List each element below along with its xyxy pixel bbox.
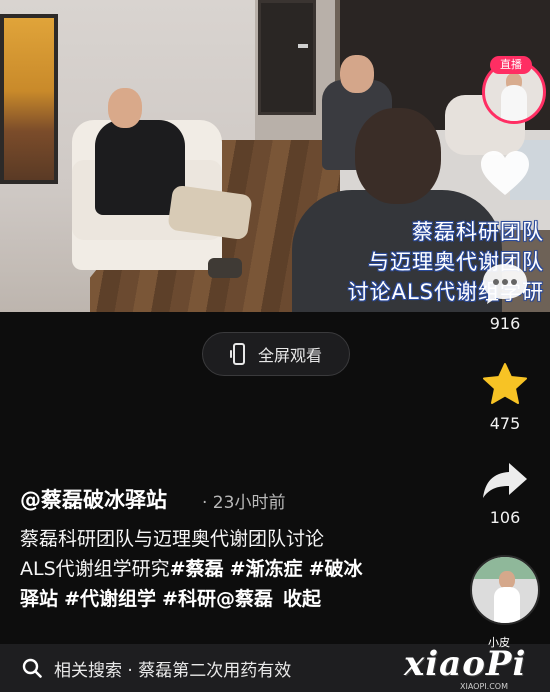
avatar-body xyxy=(501,85,527,121)
person-seated-head xyxy=(108,88,142,128)
share-button[interactable]: 106 xyxy=(470,460,540,527)
hashtag-link[interactable]: #破冰 xyxy=(309,558,363,580)
live-tag: 直播 xyxy=(490,56,532,74)
favorite-count: 475 xyxy=(489,414,521,433)
favorite-button[interactable]: 475 xyxy=(470,362,540,433)
like-button[interactable] xyxy=(470,150,540,202)
person-seated-shoe xyxy=(208,258,242,278)
comment-button[interactable]: 916 xyxy=(470,262,540,333)
hashtag-link[interactable]: #科研@蔡磊 xyxy=(162,588,273,610)
related-search-text: 相关搜索 · 蔡磊第二次用药有效 xyxy=(54,660,292,681)
description-text: ALS代谢组学研究 xyxy=(20,558,170,580)
person-middle-head xyxy=(340,55,374,93)
hashtag-link[interactable]: 驿站 xyxy=(20,588,58,610)
subtitle-line: 蔡磊科研团队 xyxy=(412,220,544,244)
door-handle xyxy=(298,44,308,48)
description-line: ALS代谢组学研究#蔡磊 #渐冻症 #破冰 xyxy=(20,554,460,584)
hashtag-link[interactable]: #蔡磊 xyxy=(170,558,224,580)
person-foreground-head xyxy=(355,108,441,204)
watermark-big: xiaoPi xyxy=(404,644,527,684)
share-count: 106 xyxy=(489,508,521,527)
search-icon xyxy=(22,658,42,678)
video-player[interactable]: 蔡磊科研团队 与迈理奥代谢团队 讨论ALS代谢组学研 xyxy=(0,0,550,312)
description-line: 蔡磊科研团队与迈理奥代谢团队讨论 xyxy=(20,524,460,554)
post-description: 蔡磊科研团队与迈理奥代谢团队讨论 ALS代谢组学研究#蔡磊 #渐冻症 #破冰 驿… xyxy=(20,524,460,614)
heart-icon xyxy=(481,151,529,195)
disc-person xyxy=(494,587,520,623)
comment-count: 916 xyxy=(489,314,521,333)
hashtag-link[interactable]: #代谢组学 xyxy=(64,588,156,610)
share-arrow-icon xyxy=(483,463,527,498)
watermark-url: XIAOPI.COM xyxy=(460,682,508,691)
wall-painting xyxy=(0,14,58,184)
door xyxy=(258,0,316,115)
description-line: 驿站 #代谢组学 #科研@蔡磊 收起 xyxy=(20,584,460,614)
collapse-link[interactable]: 收起 xyxy=(283,588,321,610)
comment-icon xyxy=(483,264,527,304)
description-text: 蔡磊科研团队与迈理奥代谢团队讨论 xyxy=(20,528,325,550)
hashtag-link[interactable]: #渐冻症 xyxy=(230,558,303,580)
watermark-logo: 小皮 xiaoPi XIAOPI.COM xyxy=(400,632,550,692)
fullscreen-icon xyxy=(229,343,248,365)
music-disc[interactable] xyxy=(470,555,540,625)
fullscreen-button[interactable]: 全屏观看 xyxy=(202,332,350,376)
post-time: · 23小时前 xyxy=(202,493,286,513)
fullscreen-label: 全屏观看 xyxy=(257,346,322,365)
author-name[interactable]: @蔡磊破冰驿站 xyxy=(20,484,167,514)
star-icon xyxy=(483,363,527,404)
